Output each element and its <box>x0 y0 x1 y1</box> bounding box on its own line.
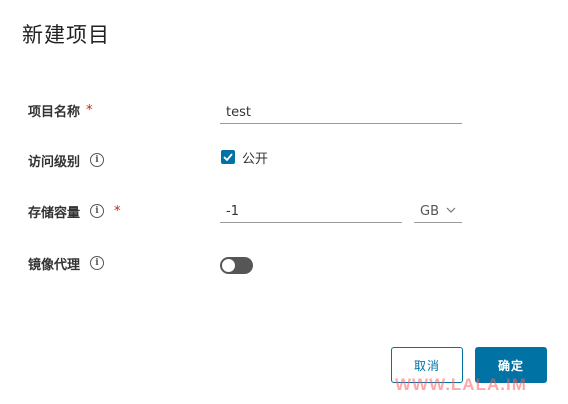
new-project-dialog: 新建项目 项目名称 * test 访问级别 i 公开 存储容量 i * -1 G… <box>0 0 568 404</box>
toggle-knob <box>222 259 235 272</box>
required-mark: * <box>114 203 121 219</box>
public-checkbox[interactable] <box>221 150 235 164</box>
proxy-cache-toggle[interactable] <box>220 257 253 274</box>
storage-unit-value: GB <box>420 204 439 219</box>
info-icon[interactable]: i <box>90 204 105 218</box>
chevron-down-icon <box>446 207 456 213</box>
info-icon[interactable]: i <box>90 256 105 270</box>
watermark: WWW.LALA.IM <box>395 375 527 394</box>
info-icon[interactable]: i <box>90 153 105 167</box>
public-checkbox-label[interactable]: 公开 <box>242 148 268 167</box>
dialog-title: 新建项目 <box>22 23 110 47</box>
project-name-input[interactable]: test <box>220 102 462 124</box>
access-level-label-text: 访问级别 <box>28 154 81 170</box>
storage-input[interactable]: -1 <box>220 201 402 223</box>
required-mark: * <box>86 102 93 118</box>
project-name-label-text: 项目名称 <box>28 104 81 120</box>
storage-value: -1 <box>226 204 239 219</box>
checkmark-icon <box>223 153 233 161</box>
proxy-cache-label-text: 镜像代理 <box>28 257 81 273</box>
proxy-cache-label: 镜像代理 i <box>28 253 105 273</box>
project-name-label: 项目名称 * <box>28 100 93 120</box>
storage-label-text: 存储容量 <box>28 205 81 221</box>
project-name-value: test <box>226 105 251 120</box>
storage-unit-select[interactable]: GB <box>414 201 462 223</box>
storage-label: 存储容量 i * <box>28 201 121 221</box>
access-level-label: 访问级别 i <box>28 150 105 170</box>
